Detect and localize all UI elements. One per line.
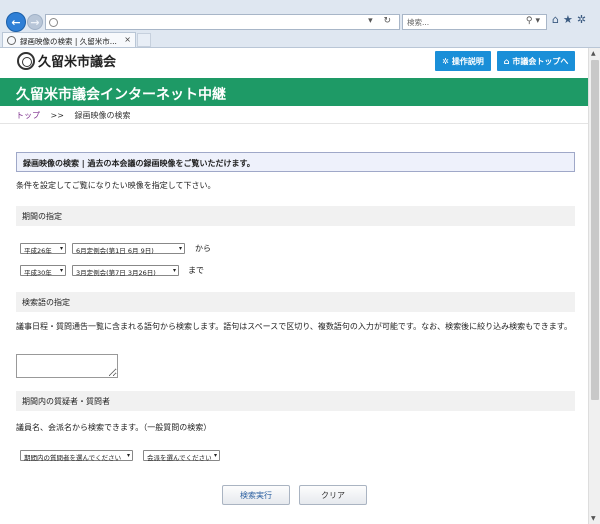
keyword-heading: 検索語の指定: [16, 292, 575, 312]
from-label: から: [195, 244, 211, 253]
chevron-down-icon: ▾: [213, 452, 217, 459]
new-tab-button[interactable]: [137, 33, 151, 47]
gear-icon: ✲: [442, 56, 449, 66]
to-session-value: 3月定例会(第7日 3月26日): [76, 269, 156, 277]
speaker-person-select[interactable]: 期間内の質問者を選んでください ▾: [20, 450, 133, 462]
refresh-icon[interactable]: ▾ ↻: [368, 16, 395, 26]
site-logo[interactable]: 久留米市議会: [17, 51, 116, 70]
forward-arrow-icon[interactable]: →: [27, 14, 43, 30]
chevron-down-icon: ▾: [59, 245, 63, 252]
instructions-text: 条件を設定してご覧になりたい映像を指定して下さい。: [16, 181, 216, 190]
chevron-down-icon: ▾: [178, 245, 182, 252]
search-icon[interactable]: ⚲▾: [526, 16, 543, 26]
council-top-button[interactable]: ⌂ 市議会トップへ: [497, 51, 575, 71]
browser-toolbar-icons[interactable]: ⌂★✲: [552, 13, 590, 26]
keyword-description: 議事日程・質問通告一覧に含まれる語句から検索します。語句はスペースで区切り、複数…: [16, 322, 572, 331]
chevron-down-icon: ▾: [59, 267, 63, 274]
council-top-button-label: 市議会トップへ: [512, 56, 569, 66]
speaker-heading: 期間内の質疑者・質問者: [16, 391, 575, 411]
back-arrow-icon[interactable]: ←: [6, 12, 26, 32]
scrollbar-thumb[interactable]: [591, 60, 599, 400]
from-session-select[interactable]: 6月定例会(第1日 6月 9日) ▾: [72, 243, 185, 255]
breadcrumb-separator: >>: [50, 111, 64, 120]
tab-favicon-icon: [7, 36, 16, 45]
site-header: 久留米市議会 ✲ 操作説明 ⌂ 市議会トップへ: [0, 48, 588, 76]
browser-tab[interactable]: 録画映像の検索 | 久留米市... ×: [2, 32, 136, 47]
scroll-up-icon[interactable]: ▲: [591, 50, 596, 57]
divider: [0, 123, 588, 124]
breadcrumb-home-link[interactable]: トップ: [16, 111, 40, 120]
logo-text: 久留米市議会: [38, 55, 117, 70]
faction-value: 会派を選んでください: [147, 454, 212, 462]
help-button-label: 操作説明: [451, 56, 484, 66]
notice-box: 録画映像の検索 | 過去の本会議の録画映像をご覧いただけます。: [16, 152, 575, 172]
page-scrollbar[interactable]: ▲ ▼: [588, 48, 600, 524]
from-session-value: 6月定例会(第1日 6月 9日): [76, 247, 154, 255]
building-icon: ⌂: [503, 56, 510, 66]
period-heading: 期間の指定: [16, 206, 575, 226]
tab-title: 録画映像の検索 | 久留米市...: [20, 37, 117, 46]
city-seal-icon: [17, 51, 35, 70]
browser-search-placeholder: 検索...: [407, 18, 430, 27]
clear-button[interactable]: クリア: [299, 485, 367, 505]
site-favicon-icon: [49, 18, 58, 27]
from-year-select[interactable]: 平成26年 ▾: [20, 243, 66, 255]
address-bar[interactable]: ▾ ↻: [45, 14, 400, 30]
tab-close-icon[interactable]: ×: [124, 35, 131, 44]
faction-select[interactable]: 会派を選んでください ▾: [143, 450, 220, 462]
to-year-value: 平成30年: [24, 269, 52, 277]
browser-chrome: ← → ▾ ↻ 検索... ⚲▾ ⌂★✲ 録画映像の検索 | 久留米市... ×: [0, 0, 600, 48]
to-session-select[interactable]: 3月定例会(第7日 3月26日) ▾: [72, 265, 179, 277]
speaker-description: 議員名、会派名から検索できます。（一般質問の検索）: [16, 423, 212, 432]
breadcrumb-current: 録画映像の検索: [74, 111, 131, 120]
help-button[interactable]: ✲ 操作説明: [435, 51, 491, 71]
browser-search-input[interactable]: 検索... ⚲▾: [402, 14, 547, 30]
chevron-down-icon: ▾: [172, 267, 176, 274]
to-year-select[interactable]: 平成30年 ▾: [20, 265, 66, 277]
chevron-down-icon: ▾: [126, 452, 130, 459]
scroll-down-icon[interactable]: ▼: [591, 515, 596, 522]
to-label: まで: [188, 266, 204, 275]
search-execute-button[interactable]: 検索実行: [222, 485, 290, 505]
speaker-person-value: 期間内の質問者を選んでください: [24, 454, 122, 462]
from-year-value: 平成26年: [24, 247, 52, 255]
keyword-input[interactable]: [16, 354, 118, 378]
page-banner: 久留米市議会インターネット中継: [0, 78, 588, 106]
page-content: 久留米市議会 ✲ 操作説明 ⌂ 市議会トップへ 久留米市議会インターネット中継 …: [0, 48, 588, 524]
breadcrumb: トップ >> 録画映像の検索: [16, 110, 131, 121]
